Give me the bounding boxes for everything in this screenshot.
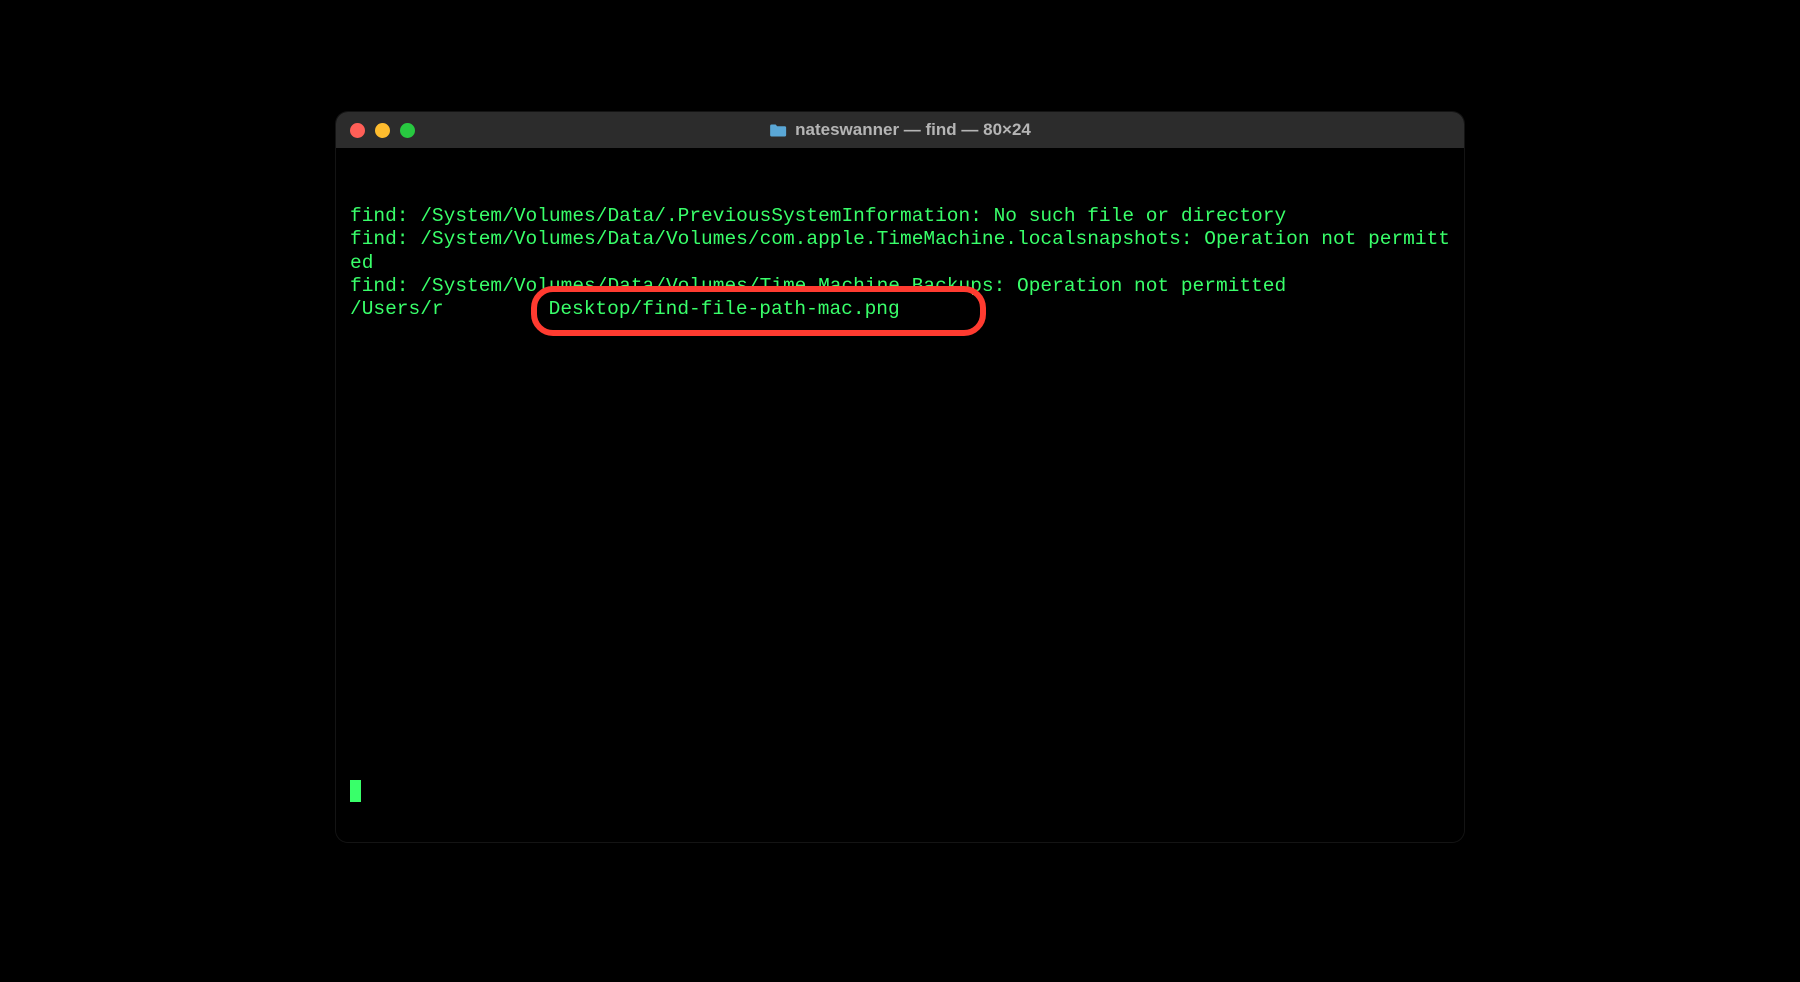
highlighted-result: Desktop/find-file-path-mac.png [549,298,900,320]
maximize-button[interactable] [400,123,415,138]
minimize-button[interactable] [375,123,390,138]
folder-icon [769,123,787,138]
terminal-result-line: /Users/r Desktop/find-file-path-mac.png [350,298,1450,321]
terminal-output-line: find: /System/Volumes/Data/Volumes/com.a… [350,228,1450,275]
traffic-lights [350,123,415,138]
close-button[interactable] [350,123,365,138]
result-path-prefix: /Users/r [350,298,444,320]
window-titlebar[interactable]: nateswanner — find — 80×24 [336,112,1464,148]
terminal-output-line: find: /System/Volumes/Data/Volumes/Time … [350,275,1450,298]
highlighted-path: Desktop/find-file-path-mac.png [549,298,900,320]
terminal-cursor [350,780,361,802]
window-title: nateswanner — find — 80×24 [769,120,1031,140]
window-title-text: nateswanner — find — 80×24 [795,120,1031,140]
terminal-output-line: find: /System/Volumes/Data/.PreviousSyst… [350,205,1450,228]
terminal-window: nateswanner — find — 80×24 find: /System… [336,112,1464,842]
terminal-body[interactable]: find: /System/Volumes/Data/.PreviousSyst… [336,148,1464,842]
